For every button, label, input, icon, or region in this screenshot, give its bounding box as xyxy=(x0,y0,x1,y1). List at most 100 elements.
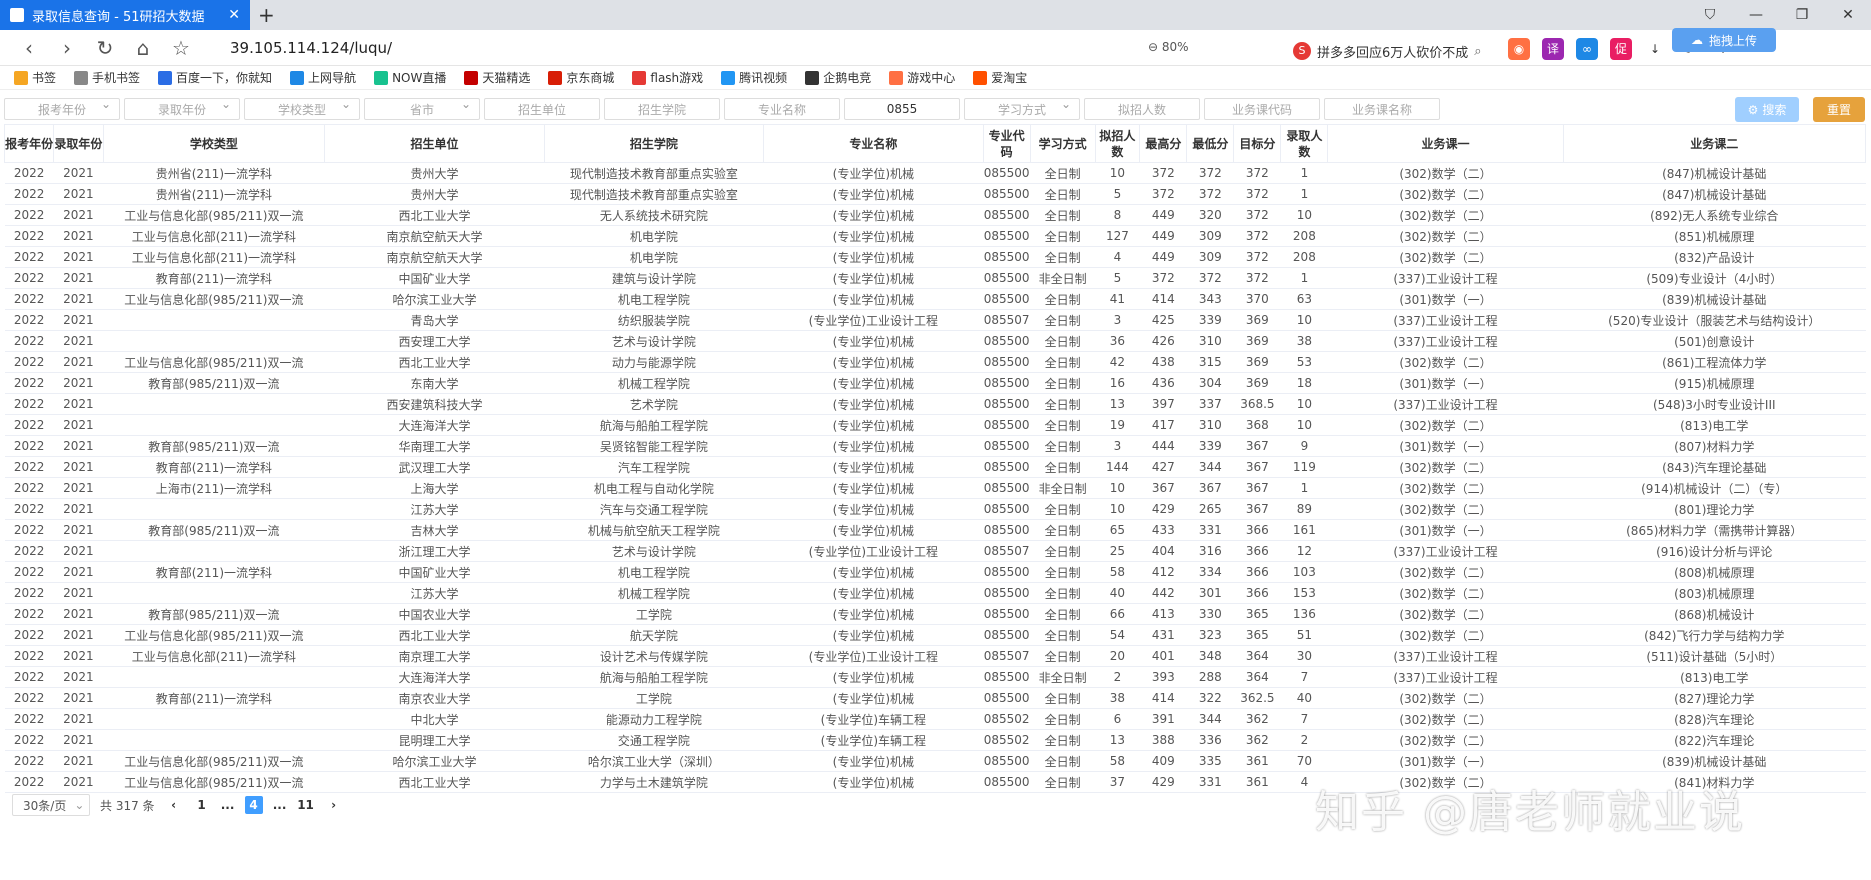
table-cell: 20 xyxy=(1095,645,1140,667)
minimize-icon[interactable]: — xyxy=(1733,0,1779,30)
forward-icon[interactable]: › xyxy=(48,36,86,60)
filter-input[interactable]: 专业名称 xyxy=(724,98,840,120)
table-cell: 322 xyxy=(1186,687,1234,709)
url-field[interactable]: 39.105.114.124/luqu/ xyxy=(230,39,392,57)
page-ellipsis[interactable]: ... xyxy=(271,796,289,814)
bookmark-item[interactable]: 百度一下，你就知 xyxy=(158,69,272,86)
table-cell: 310 xyxy=(1186,330,1234,352)
page-number[interactable]: 1 xyxy=(193,796,211,814)
table-cell: 89 xyxy=(1280,498,1328,520)
filter-input[interactable]: 拟招人数 xyxy=(1084,98,1200,120)
page-number[interactable]: 4 xyxy=(244,796,263,814)
table-row: 2022 2021 教育部(985/211)双一流 华南理工大学 吴贤铭智能工程学院 (专… xyxy=(4,435,1866,457)
table-cell: (专业学位)工业设计工程 xyxy=(763,540,984,562)
infinity-extension-icon[interactable]: ∞ xyxy=(1576,38,1598,60)
search-engine-icon[interactable]: S xyxy=(1293,42,1311,60)
bookmark-item[interactable]: NOW直播 xyxy=(374,69,446,86)
table-cell: 367 xyxy=(1233,477,1281,499)
prev-page-icon[interactable]: ‹ xyxy=(165,796,183,814)
drag-upload-button[interactable]: ☁ 拖拽上传 xyxy=(1672,28,1776,52)
filter-input[interactable]: 业务课代码 xyxy=(1204,98,1320,120)
bookmark-item[interactable]: 手机书签 xyxy=(74,69,140,86)
table-cell: 工业与信息化部(211)一流学科 xyxy=(103,645,325,667)
page-number[interactable]: 11 xyxy=(297,796,315,814)
bookmark-item[interactable]: 腾讯视频 xyxy=(721,69,787,86)
filter-input[interactable]: 招生单位 xyxy=(484,98,600,120)
video-icon xyxy=(721,70,736,85)
bookmark-item[interactable]: 企鹅电竞 xyxy=(805,69,871,86)
bookmark-item[interactable]: 天猫精选 xyxy=(464,69,530,86)
table-cell: 青岛大学 xyxy=(324,309,545,331)
zoom-indicator[interactable]: ⊖ 80% xyxy=(1148,40,1189,54)
gear-icon: ⚙ xyxy=(1747,102,1759,117)
table-cell: 2021 xyxy=(53,708,104,730)
table-cell: 320 xyxy=(1186,204,1234,226)
table-cell: 2022 xyxy=(4,330,54,352)
close-tab-icon[interactable]: ✕ xyxy=(228,7,240,23)
table-cell: 2022 xyxy=(4,540,54,562)
bookmark-item[interactable]: 爱淘宝 xyxy=(973,69,1027,86)
table-cell: 429 xyxy=(1139,498,1187,520)
translate-extension-icon[interactable]: 译 xyxy=(1542,38,1564,60)
coupon-extension-icon[interactable]: 促 xyxy=(1610,38,1632,60)
page-size-select[interactable]: 30条/页 ⌄ xyxy=(12,794,90,816)
restore-icon[interactable]: ❐ xyxy=(1779,0,1825,30)
table-cell: 085500 xyxy=(983,246,1031,268)
next-page-icon[interactable]: › xyxy=(325,796,343,814)
active-tab[interactable]: 录取信息查询 - 51研招大数据 ✕ xyxy=(0,0,250,30)
table-cell: 339 xyxy=(1186,309,1234,331)
table-cell: 南京航空航天大学 xyxy=(324,225,545,247)
table-cell: 334 xyxy=(1186,561,1234,583)
bookmark-star-icon[interactable]: ☆ xyxy=(162,36,200,60)
table-row: 2022 2021 工业与信息化部(211)一流学科 南京理工大学 设计艺术与传媒学院(… xyxy=(4,645,1866,667)
filter-select[interactable]: 学校类型 xyxy=(244,97,360,120)
table-cell: 427 xyxy=(1139,456,1187,478)
search-icon[interactable]: ⌕ xyxy=(1474,44,1481,59)
table-cell: 13 xyxy=(1095,393,1140,415)
table-cell: 10 xyxy=(1280,309,1328,331)
table-cell: (专业学位)机械 xyxy=(763,750,984,772)
bookmark-item[interactable]: 游戏中心 xyxy=(889,69,955,86)
table-cell: (302)数学（二） xyxy=(1327,708,1564,730)
bookmark-item[interactable]: 上网导航 xyxy=(290,69,356,86)
filter-input[interactable]: 0855 xyxy=(844,98,960,120)
bookmark-item[interactable]: 京东商城 xyxy=(548,69,614,86)
back-icon[interactable]: ‹ xyxy=(10,36,48,60)
filter-select[interactable]: 省市 xyxy=(364,97,480,120)
table-cell: 2021 xyxy=(53,729,104,751)
table-cell: 全日制 xyxy=(1030,708,1096,730)
game-extension-icon[interactable]: ◉ xyxy=(1508,38,1530,60)
filter-select[interactable]: 学习方式 xyxy=(964,97,1080,120)
table-cell: 全日制 xyxy=(1030,645,1096,667)
bookmark-item[interactable]: 书签 xyxy=(14,69,56,86)
filter-select[interactable]: 录取年份 xyxy=(124,97,240,120)
table-row: 2022 2021 教育部(985/211)双一流 吉林大学 机械与航空航天工程学院 (专… xyxy=(4,519,1866,541)
table-cell: 全日制 xyxy=(1030,414,1096,436)
home-icon[interactable]: ⌂ xyxy=(124,36,162,60)
table-cell: 37 xyxy=(1095,771,1140,793)
close-window-icon[interactable]: ✕ xyxy=(1825,0,1871,30)
shirt-icon[interactable]: ⛉ xyxy=(1687,0,1733,30)
table-cell: 366 xyxy=(1233,561,1281,583)
reset-button[interactable]: 重置 xyxy=(1813,97,1865,122)
filter-input[interactable]: 业务课名称 xyxy=(1324,98,1440,120)
bookmark-label: NOW直播 xyxy=(392,71,447,85)
table-cell: 2022 xyxy=(4,666,54,688)
filter-input[interactable]: 招生学院 xyxy=(604,98,720,120)
table-cell: 2021 xyxy=(53,561,104,583)
table-cell: 144 xyxy=(1095,456,1140,478)
new-tab-icon[interactable]: + xyxy=(258,3,275,27)
table-cell: 085500 xyxy=(983,519,1031,541)
download-icon[interactable]: ↓ xyxy=(1644,38,1666,60)
penguin-icon xyxy=(805,70,820,85)
filter-select[interactable]: 报考年份 xyxy=(4,97,120,120)
table-cell: (501)创意设计 xyxy=(1563,330,1866,352)
reload-icon[interactable]: ↻ xyxy=(86,36,124,60)
bookmark-item[interactable]: flash游戏 xyxy=(632,69,703,86)
table-cell: 全日制 xyxy=(1030,330,1096,352)
table-cell: 372 xyxy=(1233,246,1281,268)
page-ellipsis[interactable]: ... xyxy=(219,796,237,814)
search-button[interactable]: ⚙ 搜索 xyxy=(1735,97,1799,122)
table-cell: 414 xyxy=(1139,288,1187,310)
table-row: 2022 2021 贵州省(211)一流学科 贵州大学 现代制造技术教育部重点实验室 (专… xyxy=(4,183,1866,205)
